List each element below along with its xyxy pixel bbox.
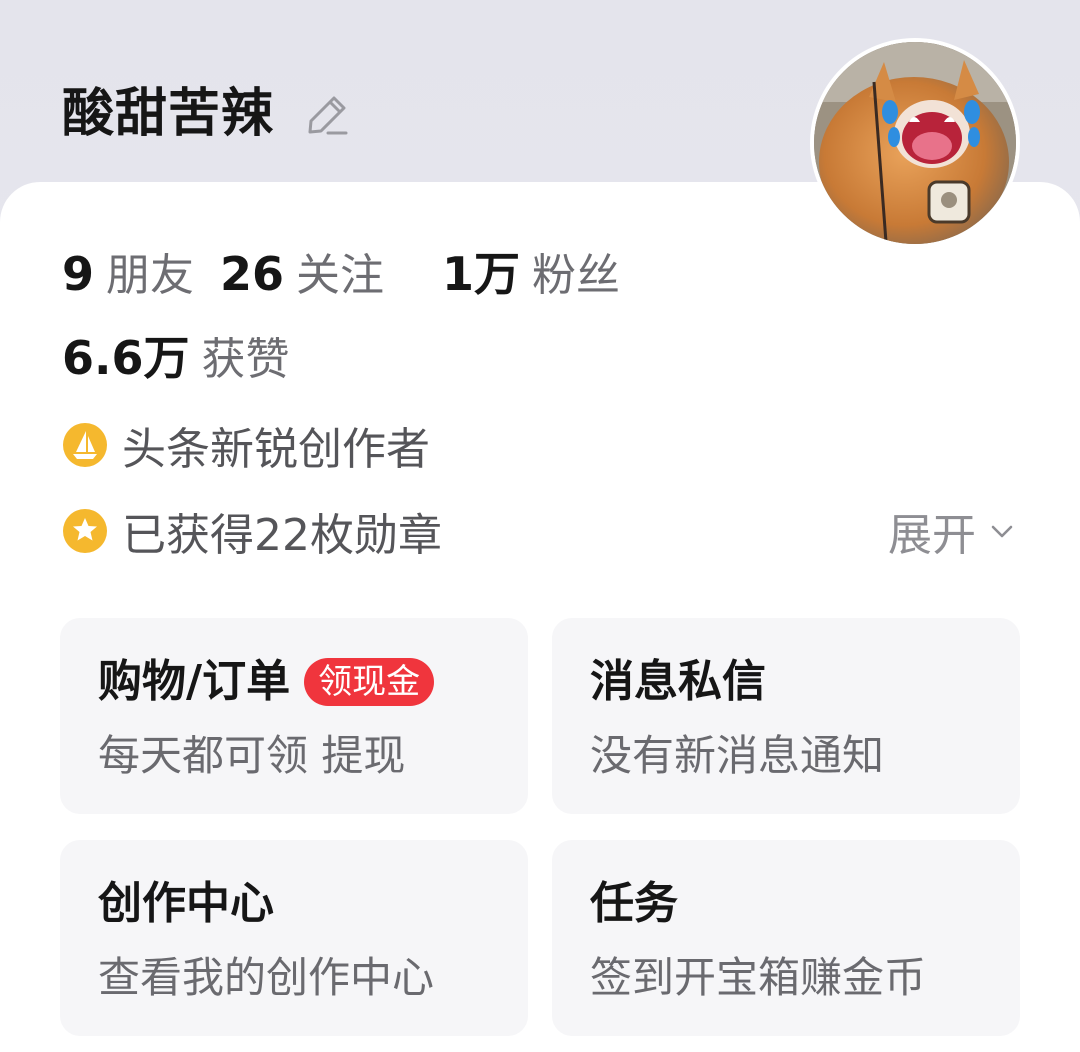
following-count: 26 [220,247,285,301]
medals-row[interactable]: 已获得22枚勋章 [62,502,442,561]
friends-count: 9 [62,247,95,301]
fans-count: 1万 [442,247,521,301]
tile-title: 创作中心 [98,878,274,929]
tile-subtitle: 每天都可领 提现 [98,731,406,780]
sailboat-badge-icon [62,422,108,468]
chevron-down-icon [988,517,1016,545]
tile-subtitle: 没有新消息通知 [590,731,885,780]
stats-row: 9 朋友 26 关注 1万 粉丝 [62,238,620,302]
cash-reward-badge: 领现金 [304,658,435,706]
tile-creator-center[interactable]: 创作中心 查看我的创作中心 [60,840,528,1036]
stat-likes[interactable]: 6.6万 获赞 [62,322,290,386]
creator-badge-row[interactable]: 头条新锐创作者 [62,416,430,475]
stat-friends[interactable]: 9 朋友 [62,239,194,303]
username: 酸甜苦辣 [62,84,275,144]
star-medal-icon [62,508,108,554]
tile-subtitle: 签到开宝箱赚金币 [590,953,927,1002]
tile-messages[interactable]: 消息私信 没有新消息通知 [552,618,1020,814]
medals-text: 已获得22枚勋章 [122,510,442,561]
following-label: 关注 [296,250,385,301]
stat-following[interactable]: 26 关注 [220,239,384,303]
pencil-icon[interactable] [304,92,350,138]
likes-count: 6.6万 [62,331,190,385]
tile-title: 任务 [590,878,678,929]
expand-label: 展开 [888,510,976,561]
tile-subtitle: 查看我的创作中心 [98,953,435,1002]
likes-label: 获赞 [201,334,290,385]
stat-fans[interactable]: 1万 粉丝 [442,238,620,304]
fans-label: 粉丝 [532,250,621,301]
expand-button[interactable]: 展开 [888,502,1016,561]
avatar[interactable] [810,38,1020,248]
cat-avatar-image [814,42,1016,244]
tile-title: 消息私信 [590,656,766,707]
friends-label: 朋友 [106,250,195,301]
tile-title: 购物/订单 [98,656,291,707]
creator-title: 头条新锐创作者 [122,424,430,475]
tile-tasks[interactable]: 任务 签到开宝箱赚金币 [552,840,1020,1036]
tile-shopping-orders[interactable]: 购物/订单 领现金 每天都可领 提现 [60,618,528,814]
profile-screen: 酸甜苦辣 9 朋友 26 关注 1万 粉丝 6.6万 获赞 头条新锐创作者 已获… [0,0,1080,1052]
